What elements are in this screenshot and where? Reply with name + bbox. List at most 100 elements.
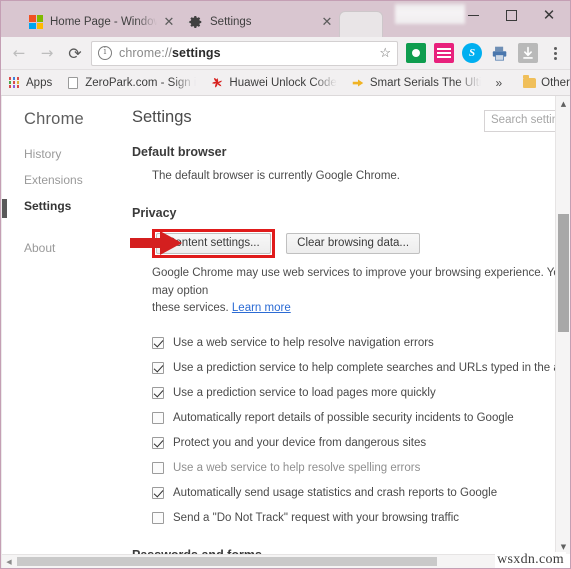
list-item[interactable]: Use a web service to help resolve naviga… [152, 330, 555, 355]
sidebar-item-about[interactable]: About [2, 235, 130, 261]
default-browser-text: The default browser is currently Google … [152, 170, 400, 182]
reload-button[interactable]: ⟳ [61, 39, 89, 67]
vertical-scrollbar[interactable]: ▲ ▼ [555, 96, 570, 554]
settings-page: Chrome History Extensions Settings About [1, 96, 570, 568]
bookmark-apps[interactable]: Apps [7, 76, 52, 90]
tab-settings[interactable]: Settings ✕ [175, 7, 341, 37]
scrollbar-thumb[interactable] [17, 557, 437, 566]
forward-button[interactable]: → [33, 39, 61, 67]
privacy-note-line2: these services. [152, 302, 229, 315]
bookmark-label: Other bookmarks [541, 76, 570, 89]
tab-strip: Home Page - Windows T ✕ Settings ✕ ✕ [1, 1, 570, 37]
bookmark-huawei[interactable]: Huawei Unlock Code [210, 76, 337, 90]
minimize-button[interactable] [454, 2, 492, 28]
huawei-flower-icon [210, 76, 224, 90]
download-icon[interactable] [518, 43, 538, 63]
skype-icon[interactable]: S [462, 43, 482, 63]
chrome-menu-icon[interactable] [544, 40, 566, 66]
gear-icon [189, 15, 203, 29]
list-item[interactable]: Use a prediction service to help complet… [152, 355, 555, 380]
bookmarks-overflow-icon[interactable]: » [495, 76, 502, 90]
settings-page-body: Chrome History Extensions Settings About [2, 96, 555, 554]
checkbox-label: Automatically report details of possible… [173, 411, 514, 424]
sidebar-title: Chrome [24, 110, 84, 128]
bookmark-other-bookmarks[interactable]: Other bookmarks [522, 75, 570, 90]
sidebar-item-settings[interactable]: Settings [2, 193, 130, 219]
address-bar-text: chrome://settings [119, 46, 221, 60]
checkbox-label: Automatically send usage statistics and … [173, 486, 498, 499]
scrollbar-thumb[interactable] [558, 214, 569, 332]
checkbox[interactable] [152, 461, 164, 474]
folder-icon [522, 75, 536, 90]
sidebar-item-label: Extensions [24, 173, 83, 187]
list-item[interactable]: Automatically report details of possible… [152, 405, 555, 430]
checkbox-label: Protect you and your device from dangero… [173, 436, 427, 449]
page-icon [66, 76, 80, 90]
content-settings-highlight: Content settings... [152, 228, 275, 258]
learn-more-link[interactable]: Learn more [232, 302, 291, 314]
checkbox[interactable] [152, 486, 164, 499]
extension-pink-icon[interactable] [434, 43, 454, 63]
search-input[interactable]: Search settings [484, 110, 555, 132]
close-icon[interactable]: ✕ [319, 14, 335, 30]
maximize-button[interactable] [492, 2, 530, 28]
yellow-arrow-icon [351, 76, 365, 90]
privacy-options-list: Use a web service to help resolve naviga… [152, 330, 555, 530]
checkbox-label: Use a web service to help resolve naviga… [173, 336, 434, 349]
checkbox[interactable] [152, 511, 164, 524]
selected-indicator [2, 199, 7, 218]
section-title-default-browser: Default browser [132, 145, 227, 159]
checkbox-label: Use a web service to help resolve spelli… [173, 461, 421, 474]
scroll-left-button[interactable]: ◀ [2, 555, 16, 568]
sidebar-item-label: About [24, 241, 56, 255]
printer-icon[interactable] [490, 43, 510, 63]
windows-logo-icon [29, 15, 43, 29]
privacy-note-line1: Google Chrome may use web services to im… [152, 266, 555, 297]
checkbox-label: Use a prediction service to help complet… [173, 361, 555, 374]
checkbox[interactable] [152, 361, 164, 374]
bookmark-smart-serials[interactable]: Smart Serials The Ulti [351, 76, 482, 90]
window-controls: ✕ [454, 2, 568, 28]
checkbox[interactable] [152, 411, 164, 424]
content-settings-button[interactable]: Content settings... [156, 232, 271, 254]
tab-title: Home Page - Windows T [50, 16, 157, 28]
bookmark-label: Huawei Unlock Code [229, 76, 337, 89]
horizontal-scrollbar[interactable]: ◀ [2, 554, 555, 568]
bookmark-star-icon[interactable]: ☆ [373, 45, 391, 61]
settings-sidebar: Chrome History Extensions Settings About [2, 96, 130, 554]
sidebar-item-label: Settings [24, 199, 72, 213]
sidebar-item-extensions[interactable]: Extensions [2, 167, 130, 193]
bookmarks-bar: Apps ZeroPark.com - Sign i Huawei Unlock… [1, 70, 570, 96]
close-window-button[interactable]: ✕ [530, 2, 568, 28]
scroll-up-button[interactable]: ▲ [556, 96, 570, 111]
clear-browsing-data-button[interactable]: Clear browsing data... [286, 232, 421, 254]
list-item[interactable]: Protect you and your device from dangero… [152, 430, 555, 455]
list-item[interactable]: Send a "Do Not Track" request with your … [152, 505, 555, 530]
list-item[interactable]: Automatically send usage statistics and … [152, 480, 555, 505]
list-item[interactable]: Use a web service to help resolve spelli… [152, 455, 555, 480]
checkbox[interactable] [152, 436, 164, 449]
tab-title: Settings [210, 16, 252, 28]
bookmark-label: ZeroPark.com - Sign i [85, 76, 197, 89]
settings-main: Settings Search settings Default browser… [130, 96, 555, 554]
back-button[interactable]: ← [5, 39, 33, 67]
privacy-button-row: Content settings... Clear browsing data.… [130, 228, 555, 258]
url-suffix: settings [172, 46, 221, 60]
page-info-icon[interactable]: i [98, 46, 112, 60]
checkbox[interactable] [152, 336, 164, 349]
address-bar[interactable]: i chrome://settings ☆ [91, 40, 398, 66]
sidebar-item-history[interactable]: History [2, 141, 130, 167]
tab-home-page[interactable]: Home Page - Windows T ✕ [15, 7, 183, 37]
checkbox-label: Send a "Do Not Track" request with your … [173, 511, 459, 524]
browser-toolbar: ← → ⟳ i chrome://settings ☆ S [1, 37, 570, 70]
bookmark-zeropark[interactable]: ZeroPark.com - Sign i [66, 76, 196, 90]
bookmark-label: Apps [26, 76, 53, 89]
apps-grid-icon [7, 76, 21, 90]
list-item[interactable]: Use a prediction service to load pages m… [152, 380, 555, 405]
extension-green-icon[interactable] [406, 43, 426, 63]
sidebar-item-label: History [24, 147, 62, 161]
url-prefix: chrome:// [119, 46, 172, 60]
bookmark-label: Smart Serials The Ulti [369, 76, 482, 89]
checkbox[interactable] [152, 386, 164, 399]
watermark: wsxdn.com [495, 552, 566, 568]
